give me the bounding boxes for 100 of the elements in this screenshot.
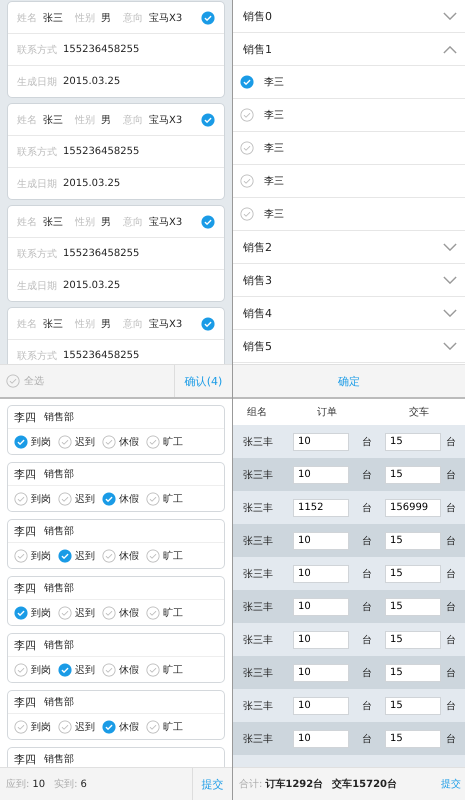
check-icon[interactable] — [240, 141, 254, 155]
customer-card[interactable]: 姓名 张三 性别 男 意向 宝马X3 联系方式 155236458255 生成日期 2015.03.25 — [7, 103, 225, 200]
delivery-input[interactable]: 15 — [385, 432, 441, 450]
check-icon[interactable] — [240, 174, 254, 188]
group-header[interactable]: 销售5 — [233, 330, 465, 363]
option-label[interactable]: 迟到 — [75, 434, 95, 448]
check-icon[interactable] — [201, 214, 215, 228]
radio-icon[interactable] — [14, 662, 28, 676]
option-label[interactable]: 到岗 — [31, 606, 51, 620]
check-icon[interactable] — [240, 108, 254, 122]
delivery-input[interactable]: 15 — [385, 564, 441, 582]
check-icon[interactable] — [240, 75, 254, 89]
radio-icon[interactable] — [146, 548, 160, 562]
radio-icon[interactable] — [58, 606, 72, 620]
member-item[interactable]: 李三 — [233, 165, 465, 198]
radio-icon[interactable] — [58, 548, 72, 562]
member-item[interactable]: 李三 — [233, 99, 465, 132]
radio-icon[interactable] — [102, 548, 116, 562]
order-input[interactable]: 10 — [293, 730, 349, 748]
check-icon[interactable] — [201, 316, 215, 330]
department-label: 销售部 — [44, 752, 74, 766]
delivery-input[interactable]: 156999 — [385, 498, 441, 516]
option-label[interactable]: 迟到 — [75, 662, 95, 676]
order-input[interactable]: 10 — [293, 466, 349, 484]
field-label: 生成日期 — [17, 178, 57, 190]
radio-icon[interactable] — [146, 434, 160, 448]
radio-icon[interactable] — [14, 434, 28, 448]
option-label[interactable]: 到岗 — [31, 720, 51, 734]
option-label[interactable]: 休假 — [119, 548, 139, 562]
radio-icon[interactable] — [146, 720, 160, 734]
group-header[interactable]: 销售4 — [233, 297, 465, 330]
delivery-input[interactable]: 15 — [385, 730, 441, 748]
option-label[interactable]: 迟到 — [75, 548, 95, 562]
radio-icon[interactable] — [58, 492, 72, 506]
option-label[interactable]: 旷工 — [163, 434, 183, 448]
radio-icon[interactable] — [102, 434, 116, 448]
order-input[interactable]: 10 — [293, 598, 349, 616]
radio-icon[interactable] — [58, 662, 72, 676]
radio-icon[interactable] — [14, 606, 28, 620]
option-label[interactable]: 旷工 — [163, 662, 183, 676]
delivery-input[interactable]: 15 — [385, 532, 441, 550]
radio-icon[interactable] — [58, 720, 72, 734]
field-label: 意向 — [123, 216, 143, 228]
option-label[interactable]: 迟到 — [75, 720, 95, 734]
unit-label: 台 — [445, 468, 457, 482]
radio-icon[interactable] — [102, 720, 116, 734]
check-icon[interactable] — [6, 374, 20, 388]
member-item[interactable]: 李三 — [233, 198, 465, 231]
group-header[interactable]: 销售0 — [233, 0, 465, 33]
group-header[interactable]: 销售1 — [233, 33, 465, 66]
radio-icon[interactable] — [14, 548, 28, 562]
radio-icon[interactable] — [146, 492, 160, 506]
check-icon[interactable] — [201, 112, 215, 126]
member-item[interactable]: 李三 — [233, 132, 465, 165]
order-input[interactable]: 10 — [293, 630, 349, 648]
customer-card[interactable]: 姓名 张三 性别 男 意向 宝马X3 联系方式 155236458255 生成日期 2015.03.25 — [7, 1, 225, 98]
order-input[interactable]: 10 — [293, 696, 349, 714]
group-header[interactable]: 销售2 — [233, 231, 465, 264]
delivery-input[interactable]: 15 — [385, 630, 441, 648]
option-label[interactable]: 旷工 — [163, 606, 183, 620]
field-label: 生成日期 — [17, 280, 57, 292]
member-item[interactable]: 李三 — [233, 66, 465, 99]
option-label[interactable]: 到岗 — [31, 492, 51, 506]
radio-icon[interactable] — [102, 606, 116, 620]
option-label[interactable]: 休假 — [119, 662, 139, 676]
option-label[interactable]: 到岗 — [31, 434, 51, 448]
radio-icon[interactable] — [102, 662, 116, 676]
delivery-input[interactable]: 15 — [385, 664, 441, 682]
option-label[interactable]: 迟到 — [75, 492, 95, 506]
option-label[interactable]: 旷工 — [163, 492, 183, 506]
option-label[interactable]: 旷工 — [163, 720, 183, 734]
option-label[interactable]: 休假 — [119, 492, 139, 506]
customer-card[interactable]: 姓名 张三 性别 男 意向 宝马X3 联系方式 155236458255 生成日期 2015.03.25 — [7, 205, 225, 302]
radio-icon[interactable] — [146, 662, 160, 676]
department-label: 销售部 — [44, 638, 74, 652]
radio-icon[interactable] — [58, 434, 72, 448]
radio-icon[interactable] — [102, 492, 116, 506]
order-input[interactable]: 1152 — [293, 498, 349, 516]
delivery-input[interactable]: 15 — [385, 466, 441, 484]
check-icon[interactable] — [240, 207, 254, 221]
delivery-input[interactable]: 15 — [385, 598, 441, 616]
option-label[interactable]: 休假 — [119, 720, 139, 734]
order-input[interactable]: 10 — [293, 664, 349, 682]
group-header[interactable]: 销售3 — [233, 264, 465, 297]
option-label[interactable]: 到岗 — [31, 662, 51, 676]
option-label[interactable]: 到岗 — [31, 548, 51, 562]
order-input[interactable]: 10 — [293, 432, 349, 450]
radio-icon[interactable] — [14, 720, 28, 734]
field-label: 意向 — [123, 318, 143, 330]
option-label[interactable]: 休假 — [119, 606, 139, 620]
radio-icon[interactable] — [14, 492, 28, 506]
option-label[interactable]: 休假 — [119, 434, 139, 448]
customer-card[interactable]: 姓名 张三 性别 男 意向 宝马X3 联系方式 155236458255 — [7, 307, 225, 364]
order-input[interactable]: 10 — [293, 532, 349, 550]
check-icon[interactable] — [201, 10, 215, 24]
option-label[interactable]: 迟到 — [75, 606, 95, 620]
order-input[interactable]: 10 — [293, 564, 349, 582]
option-label[interactable]: 旷工 — [163, 548, 183, 562]
radio-icon[interactable] — [146, 606, 160, 620]
delivery-input[interactable]: 15 — [385, 696, 441, 714]
